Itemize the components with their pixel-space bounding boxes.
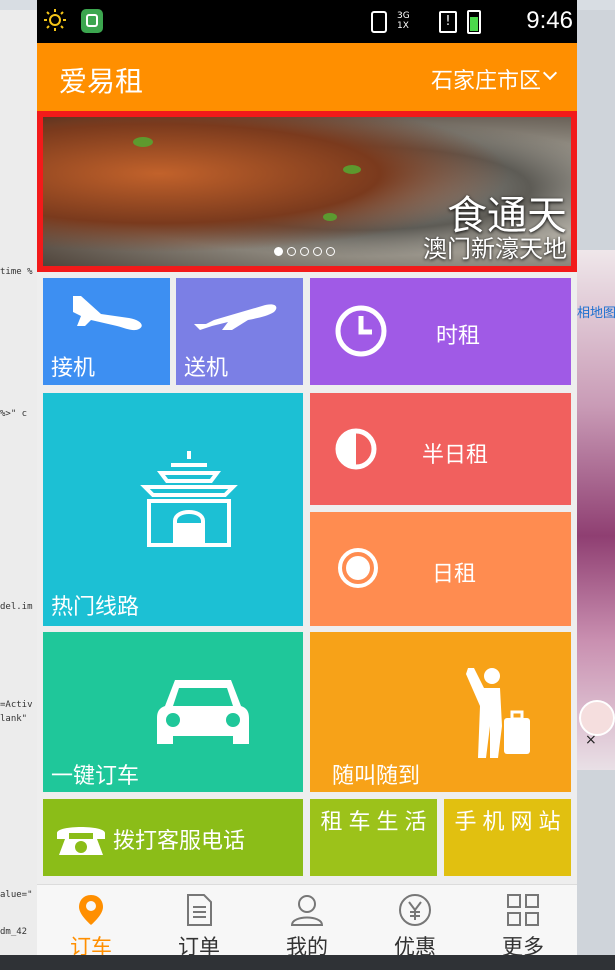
half-day-rental-tile[interactable]: 半日租 (310, 393, 571, 505)
hourly-label: 时租 (436, 324, 481, 349)
hourly-rental-tile[interactable]: 时租 (310, 278, 571, 385)
vibrate-icon (371, 11, 387, 33)
code-line: %>" c (0, 409, 28, 419)
battery-icon (467, 10, 481, 34)
brightness-icon (44, 9, 66, 31)
rental-life-tile[interactable]: 租车生活 (310, 799, 437, 876)
half-day-label: 半日租 (422, 443, 489, 468)
phone-screen: 3G 1X ! 9:46 爱易租 石家庄市区 食通天 澳门新濠天地 接机 送机 … (37, 0, 577, 970)
hot-routes-label: 热门线路 (51, 595, 140, 620)
airplane-landing-icon (73, 296, 142, 331)
network-label: 3G (397, 11, 410, 21)
daily-rental-tile[interactable]: 日租 (310, 512, 571, 626)
code-line: alue=" (0, 890, 33, 900)
one-click-booking-label: 一键订车 (51, 764, 140, 789)
call-service-tile[interactable]: 拨打客服电话 (43, 799, 303, 876)
desktop-right-panel: 相地图 × (577, 10, 615, 970)
background-photo (577, 250, 615, 770)
pickup-tile[interactable]: 接机 (43, 278, 170, 385)
pavilion-icon (140, 451, 238, 547)
full-circle-icon (338, 548, 378, 588)
desktop-code-editor: time % %>" c del.im =Activ lank" alue=" … (0, 10, 37, 970)
half-circle-icon (335, 428, 377, 470)
call-service-label: 拨打客服电话 (113, 829, 246, 854)
airplane-takeoff-icon (194, 304, 277, 330)
clock: 9:46 (526, 7, 573, 34)
desktop-taskbar (0, 955, 615, 970)
security-shield-icon (81, 9, 103, 33)
app-header: 爱易租 石家庄市区 (37, 43, 577, 111)
signal-icon: 3G 1X (397, 11, 429, 33)
carousel-dot[interactable] (313, 247, 322, 256)
code-line: =Activ (0, 700, 33, 710)
pickup-label: 接机 (51, 356, 96, 381)
map-link[interactable]: 相地图 (577, 302, 615, 321)
garnish-decoration (133, 137, 153, 147)
car-icon (157, 680, 249, 744)
city-selector[interactable]: 石家庄市区 (431, 63, 541, 95)
one-click-booking-tile[interactable]: 一键订车 (43, 632, 303, 792)
garnish-decoration (323, 213, 337, 221)
chevron-down-icon[interactable] (542, 65, 558, 81)
send-label: 送机 (184, 356, 229, 381)
close-icon[interactable]: × (585, 732, 597, 748)
code-line: del.im (0, 602, 33, 612)
app-title: 爱易租 (59, 65, 144, 98)
document-icon (187, 894, 212, 926)
carousel-dot[interactable] (300, 247, 309, 256)
traveler-icon (466, 668, 530, 758)
avatar (579, 700, 615, 736)
sim-alert-icon: ! (439, 11, 457, 33)
network-sub-label: 1X (397, 21, 409, 31)
clock-icon (335, 305, 387, 357)
daily-label: 日租 (432, 562, 477, 587)
code-line: dm_42 (0, 927, 28, 937)
promo-banner[interactable]: 食通天 澳门新濠天地 (37, 111, 577, 272)
hot-routes-tile[interactable]: 热门线路 (43, 393, 303, 626)
location-pin-icon (79, 895, 103, 925)
rental-life-label: 租车生活 (320, 810, 433, 835)
yen-coin-icon (399, 894, 431, 926)
grid-icon (507, 894, 539, 926)
carousel-dot[interactable] (287, 247, 296, 256)
user-icon (290, 895, 324, 926)
on-call-label: 随叫随到 (332, 764, 421, 789)
carousel-indicator (274, 247, 335, 256)
garnish-decoration (343, 165, 361, 174)
carousel-dot[interactable] (274, 247, 283, 256)
telephone-icon (57, 827, 105, 855)
send-tile[interactable]: 送机 (176, 278, 303, 385)
mobile-site-label: 手机网站 (454, 810, 567, 835)
mobile-site-tile[interactable]: 手机网站 (444, 799, 571, 876)
banner-subtitle: 澳门新濠天地 (423, 235, 567, 263)
carousel-dot[interactable] (326, 247, 335, 256)
code-line: lank" (0, 714, 28, 724)
on-call-tile[interactable]: 随叫随到 (310, 632, 571, 792)
code-line: time % (0, 267, 33, 277)
status-bar: 3G 1X ! 9:46 (37, 0, 577, 43)
